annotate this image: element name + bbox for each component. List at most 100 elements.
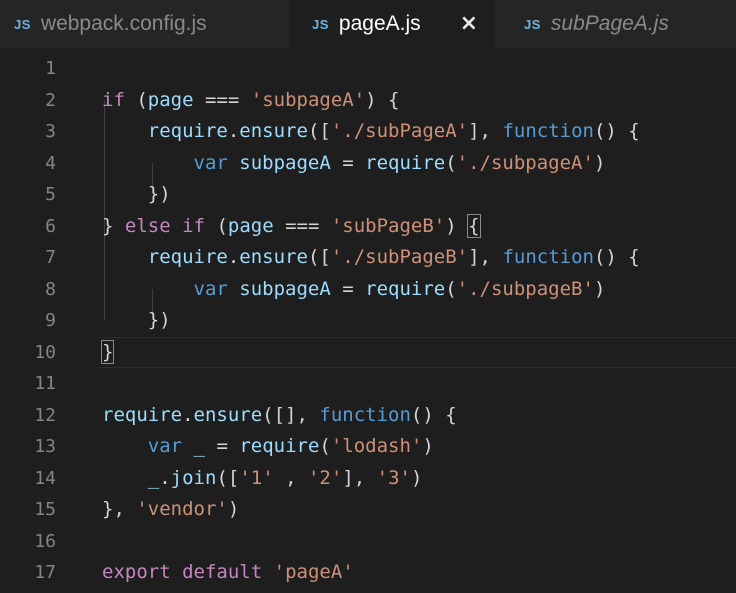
code-token: . xyxy=(227,246,240,268)
code-token: ensure xyxy=(193,403,263,426)
code-token: ( xyxy=(319,435,331,457)
code-line[interactable]: 11 xyxy=(0,368,736,400)
code-token: './subpageB' xyxy=(456,277,594,300)
line-number: 16 xyxy=(34,530,56,552)
code-line[interactable]: 5 }) xyxy=(0,179,736,211)
code-token: . xyxy=(159,466,171,489)
code-token: ([ xyxy=(307,246,331,268)
code-line[interactable]: 3 require.ensure(['./subPageA'], functio… xyxy=(0,116,736,148)
code-token: require xyxy=(239,435,320,457)
code-token: ( xyxy=(205,214,228,237)
line-number: 9 xyxy=(45,310,56,331)
code-token: 'subPageB' xyxy=(330,214,446,237)
code-token: ) xyxy=(227,498,240,520)
code-text: _.join(['1' , '2'], '3') xyxy=(102,463,423,495)
line-number: 8 xyxy=(45,278,56,300)
code-token: 'subpageA' xyxy=(250,88,366,111)
code-line[interactable]: 7 require.ensure(['./subPageB'], functio… xyxy=(0,242,736,274)
code-token: join xyxy=(170,466,217,489)
code-text: var subpageA = require('./subpageA') xyxy=(102,148,606,180)
code-token: export xyxy=(102,561,171,583)
line-number: 11 xyxy=(34,373,56,394)
code-token: === xyxy=(273,214,331,237)
code-token: var xyxy=(193,151,228,174)
code-token: ( xyxy=(445,277,457,300)
code-line[interactable]: 13 var _ = require('lodash') xyxy=(0,431,736,463)
line-number: 17 xyxy=(34,562,56,583)
code-token: var xyxy=(147,435,183,457)
code-token: ensure xyxy=(239,120,308,142)
line-number: 5 xyxy=(45,184,56,205)
code-text: }) xyxy=(102,179,171,211)
code-token: ) xyxy=(593,151,606,174)
code-editor[interactable]: 1 2 if (page === 'subpageA') {3 require.en… xyxy=(0,48,736,593)
code-token: ) { xyxy=(365,88,400,111)
code-line[interactable]: 10} xyxy=(0,337,736,369)
close-icon[interactable]: × xyxy=(460,11,478,36)
code-token: require xyxy=(365,277,446,300)
code-token: ( xyxy=(445,151,457,174)
code-text: if (page === 'subpageA') { xyxy=(102,85,399,117)
code-line[interactable]: 8 var subpageA = require('./subpageB') xyxy=(0,274,736,306)
line-number: 13 xyxy=(34,436,56,457)
code-token: default xyxy=(182,561,263,583)
code-token: ([ xyxy=(216,466,240,489)
code-line[interactable]: 4 var subpageA = require('./subpageA') xyxy=(0,148,736,180)
code-token: ], xyxy=(342,466,377,489)
code-token: 'pageA' xyxy=(273,561,354,583)
code-line[interactable]: 9 }) xyxy=(0,305,736,337)
code-line[interactable]: 12 require.ensure([], function() { xyxy=(0,400,736,432)
code-token: }, xyxy=(102,498,137,520)
code-line[interactable]: 17 export default 'pageA' xyxy=(0,557,736,589)
tab-label: webpack.config.js xyxy=(40,12,207,35)
code-token: subpageA xyxy=(239,151,331,174)
javascript-file-icon: JS xyxy=(312,16,329,32)
tab-pagea[interactable]: JS pageA.js × xyxy=(290,0,494,48)
code-token: () { xyxy=(593,120,640,142)
code-token: ) xyxy=(445,214,469,237)
code-line[interactable]: 1 xyxy=(0,53,736,85)
code-line[interactable]: 16 xyxy=(0,526,736,558)
code-line[interactable]: 15 }, 'vendor') xyxy=(0,494,736,526)
code-token: _ xyxy=(193,435,205,457)
line-number: 3 xyxy=(45,121,56,142)
code-token: './subPageB' xyxy=(330,246,469,268)
javascript-file-icon: JS xyxy=(14,16,31,32)
code-token: } xyxy=(102,214,125,237)
tab-label: subPageA.js xyxy=(550,12,669,35)
code-text: export default 'pageA' xyxy=(102,557,354,589)
code-line[interactable]: 2 if (page === 'subpageA') { xyxy=(0,85,736,117)
code-text: }, 'vendor') xyxy=(102,494,239,526)
code-token: var xyxy=(193,277,228,300)
code-line[interactable]: 14 _.join(['1' , '2'], '3') xyxy=(0,463,736,495)
line-number: 14 xyxy=(34,467,56,489)
code-token: ) xyxy=(410,466,423,489)
code-token: ([], xyxy=(262,403,320,426)
code-token: page xyxy=(147,88,194,111)
code-token: === xyxy=(193,88,251,111)
code-text: } else if (page === 'subPageB') { xyxy=(102,211,481,243)
code-token: ensure xyxy=(239,246,308,268)
tab-webpack-config[interactable]: JS webpack.config.js xyxy=(0,0,290,48)
code-token: ], xyxy=(468,246,503,268)
code-token: ) xyxy=(422,435,434,457)
code-token: require xyxy=(147,246,228,268)
code-text: var subpageA = require('./subpageB') xyxy=(102,274,606,306)
code-token: = xyxy=(330,151,366,174)
tab-subpagea[interactable]: JS subPageA.js xyxy=(494,0,736,48)
line-number: 15 xyxy=(34,499,56,520)
line-number: 12 xyxy=(34,404,56,426)
line-number: 4 xyxy=(45,152,56,174)
line-number: 1 xyxy=(45,58,56,79)
code-token: () { xyxy=(593,246,640,268)
code-text: } xyxy=(100,337,115,369)
code-line[interactable]: 6} else if (page === 'subPageB') { xyxy=(0,211,736,243)
line-number: 7 xyxy=(45,247,56,268)
